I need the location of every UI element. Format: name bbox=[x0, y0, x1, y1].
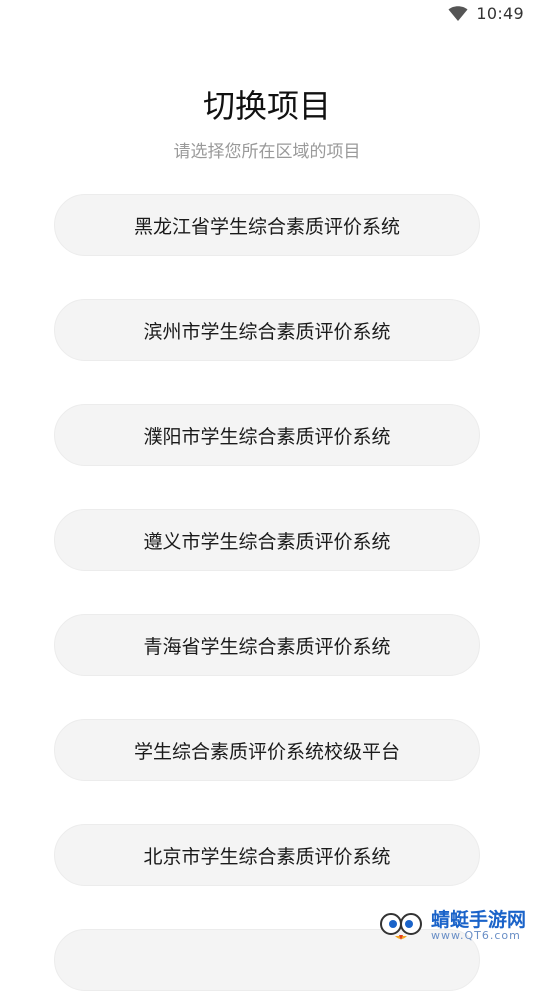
project-item-school-platform[interactable]: 学生综合素质评价系统校级平台 bbox=[54, 719, 480, 781]
project-item-beijing[interactable]: 北京市学生综合素质评价系统 bbox=[54, 824, 480, 886]
watermark: 蜻蜓手游网 www.QT6.com bbox=[379, 909, 526, 943]
watermark-text: 蜻蜓手游网 www.QT6.com bbox=[430, 908, 526, 943]
status-indicators: 10:49 bbox=[448, 4, 524, 23]
project-label: 学生综合素质评价系统校级平台 bbox=[133, 740, 400, 763]
project-label: 青海省学生综合素质评价系统 bbox=[143, 635, 391, 658]
project-item-zunyi[interactable]: 遵义市学生综合素质评价系统 bbox=[54, 509, 480, 571]
project-label: 遵义市学生综合素质评价系统 bbox=[143, 530, 391, 553]
page-title: 切换项目 bbox=[202, 87, 331, 125]
project-label: 濮阳市学生综合素质评价系统 bbox=[143, 425, 391, 448]
project-item-binzhou[interactable]: 滨州市学生综合素质评价系统 bbox=[54, 299, 480, 361]
wifi-icon bbox=[448, 5, 468, 22]
dragonfly-logo-icon bbox=[379, 909, 425, 943]
project-list: 黑龙江省学生综合素质评价系统 滨州市学生综合素质评价系统 濮阳市学生综合素质评价… bbox=[54, 194, 480, 991]
page-subtitle: 请选择您所在区域的项目 bbox=[173, 142, 361, 162]
watermark-url: www.QT6.com bbox=[430, 929, 521, 943]
status-bar: 10:49 bbox=[0, 0, 534, 30]
watermark-brand: 蜻蜓手游网 bbox=[430, 908, 526, 931]
status-time: 10:49 bbox=[476, 4, 524, 23]
project-label: 北京市学生综合素质评价系统 bbox=[143, 845, 391, 868]
project-item-heilongjiang[interactable]: 黑龙江省学生综合素质评价系统 bbox=[54, 194, 480, 256]
project-item-puyang[interactable]: 濮阳市学生综合素质评价系统 bbox=[54, 404, 480, 466]
project-label: 滨州市学生综合素质评价系统 bbox=[143, 320, 391, 343]
project-label: 黑龙江省学生综合素质评价系统 bbox=[133, 215, 400, 238]
project-item-qinghai[interactable]: 青海省学生综合素质评价系统 bbox=[54, 614, 480, 676]
